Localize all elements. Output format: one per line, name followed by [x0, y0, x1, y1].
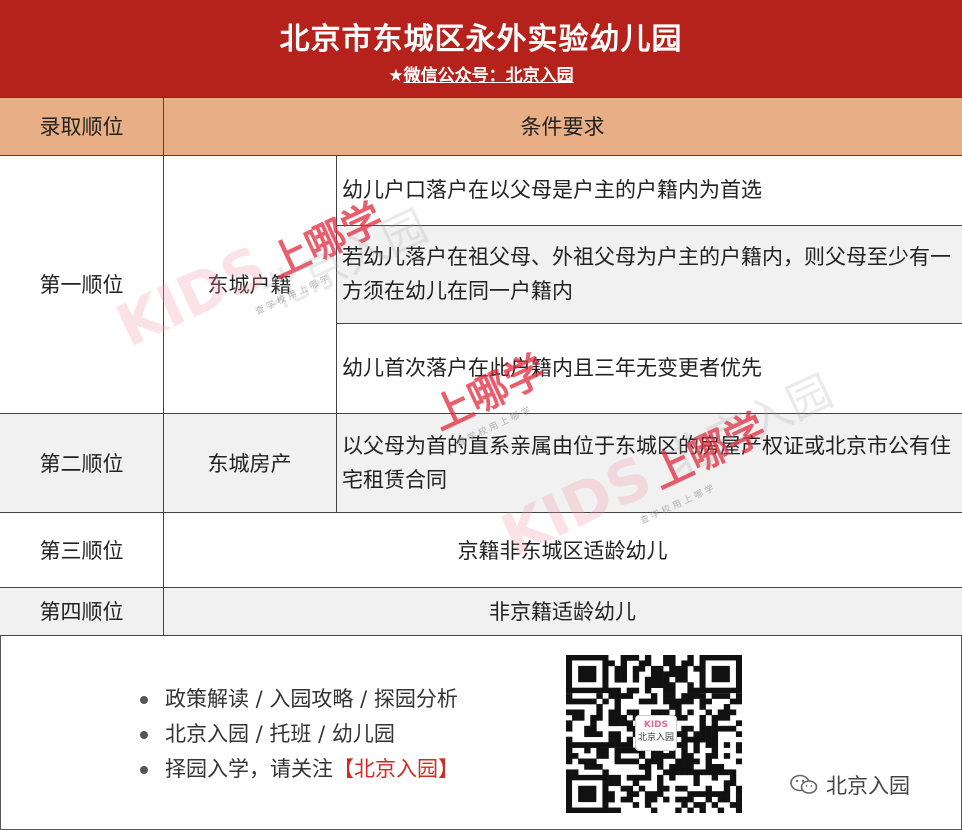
- bullet-icon: [140, 766, 148, 774]
- bullet-icon: [140, 696, 148, 704]
- footer-item: 北京入园 / 托班 / 幼儿园: [140, 717, 459, 752]
- qr-center-logo: KIDS 北京入园: [635, 715, 677, 751]
- header-order: 录取顺位: [0, 97, 163, 155]
- row1-order: 第一顺位: [0, 155, 163, 413]
- footer-item: 择园入学，请关注【北京入园】: [140, 752, 459, 787]
- footer-item: 政策解读 / 入园攻略 / 探园分析: [140, 682, 459, 717]
- follow-account-highlight: 【北京入园】: [333, 757, 459, 781]
- header-conditions: 条件要求: [163, 97, 962, 155]
- wechat-icon: [790, 774, 818, 794]
- title-banner: 北京市东城区永外实验幼儿园 ★微信公众号：北京入园: [0, 0, 962, 97]
- row2-condition: 以父母为首的直系亲属由位于东城区的房屋产权证或北京市公有住宅租赁合同: [336, 413, 962, 512]
- row1-condition-2: 若幼儿落户在祖父母、外祖父母为户主的户籍内，则父母至少有一方须在幼儿在同一户籍内: [336, 225, 962, 323]
- wechat-subtitle: ★微信公众号：北京入园: [0, 61, 962, 86]
- subtitle-text: 微信公众号：北京入园: [403, 66, 574, 86]
- row3-condition: 京籍非东城区适龄幼儿: [163, 512, 962, 587]
- page-title: 北京市东城区永外实验幼儿园: [279, 22, 683, 57]
- row4-order: 第四顺位: [0, 587, 163, 635]
- row2-category: 东城房产: [163, 413, 336, 512]
- star-icon: ★: [388, 66, 404, 86]
- bullet-icon: [140, 731, 148, 739]
- row1-condition-1: 幼儿户口落户在以父母是户主的户籍内为首选: [336, 155, 962, 225]
- wechat-account: 北京入园: [790, 770, 910, 800]
- row2-order: 第二顺位: [0, 413, 163, 512]
- row4-condition: 非京籍适龄幼儿: [163, 587, 962, 635]
- row1-condition-3: 幼儿首次落户在此户籍内且三年无变更者优先: [336, 323, 962, 413]
- footer-list: 政策解读 / 入园攻略 / 探园分析 北京入园 / 托班 / 幼儿园 择园入学，…: [140, 682, 459, 787]
- row1-category: 东城户籍: [163, 155, 336, 413]
- row3-order: 第三顺位: [0, 512, 163, 587]
